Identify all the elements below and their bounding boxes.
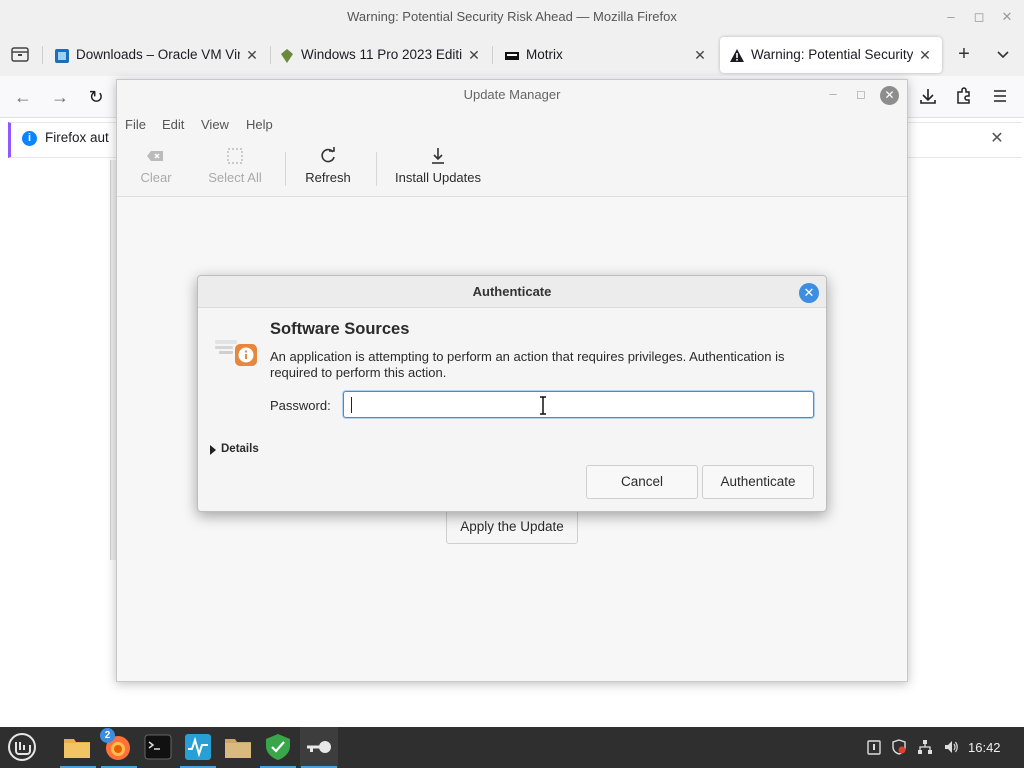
menu-edit[interactable]: Edit <box>162 117 184 132</box>
menu-file[interactable]: File <box>125 117 146 132</box>
update-manager-title: Update Manager <box>463 87 561 102</box>
auth-close-icon[interactable]: ✕ <box>799 283 819 303</box>
tab-separator <box>492 46 493 64</box>
volume-tray-icon[interactable] <box>943 739 959 755</box>
password-label: Password: <box>270 398 331 413</box>
new-tab-icon[interactable]: + <box>955 44 973 64</box>
toolbar-separator <box>376 152 377 186</box>
um-close-icon[interactable]: ✕ <box>880 86 899 105</box>
key-icon[interactable] <box>305 733 333 761</box>
um-maximize-button[interactable]: ◻ <box>854 87 868 101</box>
file-manager-icon[interactable] <box>224 733 252 761</box>
virtualbox-icon <box>54 48 70 64</box>
update-shield-tray-icon[interactable] <box>891 739 907 755</box>
firefox-window-title: Warning: Potential Security Risk Ahead —… <box>347 9 677 24</box>
forward-icon[interactable]: → <box>49 86 71 108</box>
menu-icon[interactable] <box>990 86 1010 106</box>
text-caret <box>351 397 352 413</box>
select-all-button[interactable]: Select All <box>204 146 266 185</box>
downloads-icon[interactable] <box>918 86 938 106</box>
text-cursor-icon <box>538 396 548 415</box>
um-minimize-button[interactable]: – <box>826 87 840 101</box>
apply-update-button[interactable]: Apply the Update <box>446 510 578 544</box>
menu-view[interactable]: View <box>201 117 229 132</box>
clear-label: Clear <box>140 170 172 185</box>
warning-icon <box>729 48 745 64</box>
network-tray-icon[interactable] <box>917 739 933 755</box>
terminal-icon[interactable] <box>144 733 172 761</box>
motrix-icon <box>504 48 520 64</box>
password-input[interactable] <box>343 391 814 418</box>
tab-motrix[interactable]: Motrix ✕ <box>504 38 708 72</box>
notification-close-icon[interactable]: ✕ <box>988 128 1006 148</box>
select-all-icon <box>225 146 245 166</box>
refresh-label: Refresh <box>305 170 351 185</box>
minimize-button[interactable]: – <box>944 10 958 24</box>
details-expander-icon[interactable] <box>210 445 216 455</box>
tab-virtualbox[interactable]: Downloads – Oracle VM Virt ✕ <box>54 38 260 72</box>
install-updates-button[interactable]: Install Updates <box>390 146 486 185</box>
tab-close-icon[interactable]: ✕ <box>917 38 933 72</box>
tab-label: Motrix <box>526 47 563 62</box>
notification-badge: 2 <box>100 728 115 743</box>
tab-close-icon[interactable]: ✕ <box>244 38 260 72</box>
tab-separator <box>270 46 271 64</box>
refresh-button[interactable]: Refresh <box>300 146 356 185</box>
reload-icon[interactable]: ↻ <box>85 86 107 108</box>
tab-close-icon[interactable]: ✕ <box>466 38 482 72</box>
cancel-button[interactable]: Cancel <box>586 465 698 499</box>
files-icon[interactable] <box>63 733 91 761</box>
info-icon: i <box>22 131 37 146</box>
list-all-tabs-icon[interactable] <box>994 44 1012 64</box>
shield-icon[interactable] <box>264 733 292 761</box>
select-all-label: Select All <box>208 170 262 185</box>
auth-dialog-title: Authenticate <box>472 284 552 299</box>
clear-icon <box>146 146 166 166</box>
close-window-button[interactable]: ✕ <box>1000 10 1014 24</box>
tab-security-warning[interactable]: Warning: Potential Security ✕ <box>729 38 933 72</box>
back-icon[interactable]: ← <box>12 86 34 108</box>
tab-label: Downloads – Oracle VM Virt <box>76 47 240 62</box>
details-expander[interactable]: Details <box>221 443 259 455</box>
tab-overview-icon[interactable] <box>10 45 30 63</box>
torrent-icon <box>279 48 295 64</box>
notification-text: Firefox aut <box>45 130 109 145</box>
tab-separator <box>42 46 43 64</box>
download-icon <box>428 146 448 166</box>
tab-close-icon[interactable]: ✕ <box>692 38 708 72</box>
clipboard-tray-icon[interactable] <box>866 739 882 755</box>
system-monitor-icon[interactable] <box>184 733 212 761</box>
tab-label: Warning: Potential Security <box>751 47 913 62</box>
auth-message: An application is attempting to perform … <box>270 349 785 380</box>
clear-button[interactable]: Clear <box>132 146 180 185</box>
auth-heading: Software Sources <box>270 320 410 338</box>
tab-windows-11[interactable]: Windows 11 Pro 2023 Editio ✕ <box>279 38 482 72</box>
software-sources-icon <box>213 334 259 370</box>
maximize-button[interactable]: ◻ <box>972 10 986 24</box>
authenticate-button[interactable]: Authenticate <box>702 465 814 499</box>
tab-label: Windows 11 Pro 2023 Editio <box>301 47 462 62</box>
clock[interactable]: 16:42 <box>968 740 1001 755</box>
toolbar-separator <box>285 152 286 186</box>
install-updates-label: Install Updates <box>395 170 481 185</box>
menu-help[interactable]: Help <box>246 117 273 132</box>
extensions-icon[interactable] <box>954 86 974 106</box>
refresh-icon <box>318 146 338 166</box>
mint-menu-icon[interactable] <box>6 731 38 763</box>
